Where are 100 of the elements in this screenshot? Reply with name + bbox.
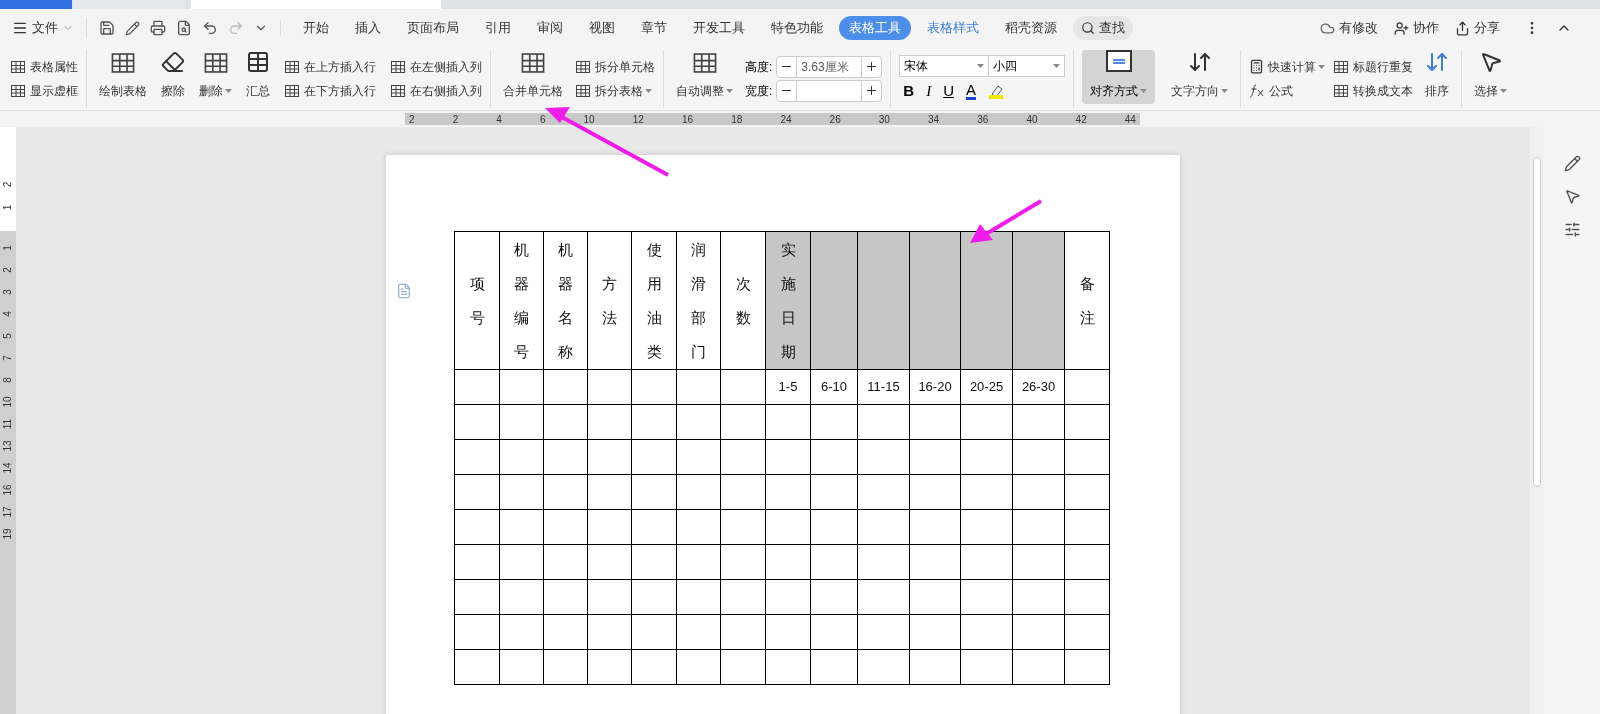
table-icon: [284, 82, 300, 99]
table-icon: [284, 58, 300, 75]
caret-icon: [1221, 89, 1229, 94]
header-cell: 机器编号: [499, 231, 544, 370]
ribbon-tab[interactable]: 开始: [293, 16, 339, 40]
show-gridlines-button[interactable]: 显示虚框: [10, 78, 78, 103]
header-cell: 备注: [1064, 231, 1110, 370]
ribbon-tab[interactable]: 开发工具: [683, 16, 755, 40]
table-icon: [10, 82, 26, 99]
eraser-icon: [161, 49, 185, 74]
ruler-number: 16: [681, 112, 694, 127]
ruler-number: 6: [539, 112, 546, 127]
toolbar-action[interactable]: 分享: [1455, 18, 1500, 38]
text-direction-button[interactable]: 文字方向: [1167, 49, 1233, 100]
ruler-number: 44: [1124, 112, 1136, 127]
ruler-number: 7: [1, 355, 14, 361]
plus-icon[interactable]: [867, 86, 877, 95]
convert-to-text-button[interactable]: 转换成文本: [1333, 78, 1414, 103]
table-cell: 1-5: [765, 369, 811, 405]
ribbon-tab[interactable]: 插入: [345, 16, 391, 40]
underline-button[interactable]: U: [943, 79, 955, 103]
ruler-number: 1: [1, 204, 15, 211]
repeat-header-button[interactable]: 标题行重复: [1333, 54, 1414, 79]
header-cell: 润滑部门: [676, 231, 721, 370]
preview-icon[interactable]: [176, 20, 192, 36]
font-color-button[interactable]: A: [966, 82, 977, 100]
caret-icon: [977, 63, 985, 68]
save-icon[interactable]: [99, 20, 115, 36]
erase-button[interactable]: 擦除: [157, 49, 189, 100]
ruler-number: 10: [1, 396, 14, 408]
file-menu[interactable]: 文件: [12, 18, 87, 38]
menu-icon: [12, 20, 28, 36]
ribbon-tab[interactable]: 稻壳资源: [995, 16, 1067, 40]
ruler-number: 13: [1, 440, 14, 452]
calculator-icon: [1249, 59, 1265, 74]
ribbon-tab[interactable]: 特色功能: [761, 16, 833, 40]
insert-row-above-button[interactable]: 在上方插入行: [284, 54, 376, 79]
table-cell: 26-30: [1012, 369, 1065, 405]
ribbon-tab[interactable]: 章节: [631, 16, 677, 40]
bold-button[interactable]: B: [903, 79, 915, 103]
scrollbar-thumb[interactable]: [1533, 157, 1541, 487]
caret-icon: [726, 89, 733, 94]
caret-icon: [645, 89, 652, 94]
pointer-icon[interactable]: [1563, 188, 1581, 205]
header-cell: 机器名称: [543, 231, 588, 370]
sort-button[interactable]: 排序: [1421, 49, 1454, 100]
split-cells-button[interactable]: 拆分单元格: [575, 54, 655, 79]
width-field[interactable]: [776, 79, 883, 102]
ribbon-tab[interactable]: 表格样式: [917, 16, 989, 40]
ruler-number: 19: [1, 528, 14, 540]
autofit-button[interactable]: 自动调整: [672, 49, 737, 100]
ruler-number: 26: [829, 112, 841, 127]
format-painter-icon[interactable]: [125, 20, 140, 36]
share-icon: [1455, 20, 1470, 36]
height-field[interactable]: 3.63厘米: [776, 55, 883, 78]
italic-button[interactable]: I: [926, 79, 932, 103]
ruler-number: 2: [409, 112, 415, 127]
formula-button[interactable]: 公式: [1249, 78, 1326, 103]
ruler-number: 36: [977, 112, 989, 127]
width-label: 宽度:: [745, 82, 773, 100]
ruler-number: 1: [1, 245, 14, 251]
alignment-button[interactable]: 对齐方式: [1082, 49, 1156, 104]
ruler-number: 24: [780, 112, 792, 127]
toolbar-action[interactable]: 协作: [1394, 18, 1439, 38]
table-properties-button[interactable]: 表格属性: [10, 54, 78, 79]
caret-icon: [1500, 89, 1508, 94]
ribbon-tab[interactable]: 审阅: [527, 16, 573, 40]
ruler-number: 4: [496, 112, 502, 127]
font-size-select[interactable]: 小四: [989, 54, 1066, 77]
insert-row-below-button[interactable]: 在下方插入行: [284, 78, 376, 103]
summary-button[interactable]: 汇总: [242, 49, 274, 100]
merge-cells-button[interactable]: 合并单元格: [499, 49, 567, 100]
delete-button[interactable]: 删除: [195, 49, 236, 100]
header-cell: 项号: [454, 231, 500, 370]
ribbon-tab[interactable]: 页面布局: [397, 16, 469, 40]
table-cell: 20-25: [960, 369, 1013, 405]
font-select[interactable]: 宋体: [899, 54, 990, 77]
edit-icon[interactable]: [1563, 155, 1581, 172]
ribbon-tab[interactable]: 视图: [579, 16, 625, 40]
plus-icon[interactable]: [867, 62, 877, 71]
ruler-number: 40: [1026, 112, 1038, 127]
table-cell: 11-15: [857, 369, 910, 405]
ruler-number: 3: [1, 289, 14, 295]
ruler-number: 8: [1, 377, 14, 383]
draw-table-button[interactable]: 绘制表格: [95, 49, 151, 100]
insert-column-left-button[interactable]: 在左侧插入列: [390, 54, 482, 79]
insert-column-right-button[interactable]: 在右侧插入列: [390, 78, 482, 103]
split-table-button[interactable]: 拆分表格: [575, 78, 655, 103]
search-button[interactable]: 查找: [1073, 16, 1133, 40]
undo-icon[interactable]: [202, 20, 218, 36]
header-cell: 方法: [587, 231, 632, 370]
paragraph-handle-icon[interactable]: [396, 283, 412, 299]
ruler-number: 14: [1, 462, 14, 474]
toolbar-action[interactable]: 有修改: [1320, 18, 1378, 38]
select-button[interactable]: 选择: [1470, 49, 1512, 100]
caret-icon: [225, 89, 232, 94]
print-icon[interactable]: [150, 20, 166, 36]
settings-icon[interactable]: [1563, 221, 1581, 238]
quick-calc-button[interactable]: 快速计算: [1249, 54, 1326, 79]
ribbon-tab[interactable]: 引用: [475, 16, 521, 40]
